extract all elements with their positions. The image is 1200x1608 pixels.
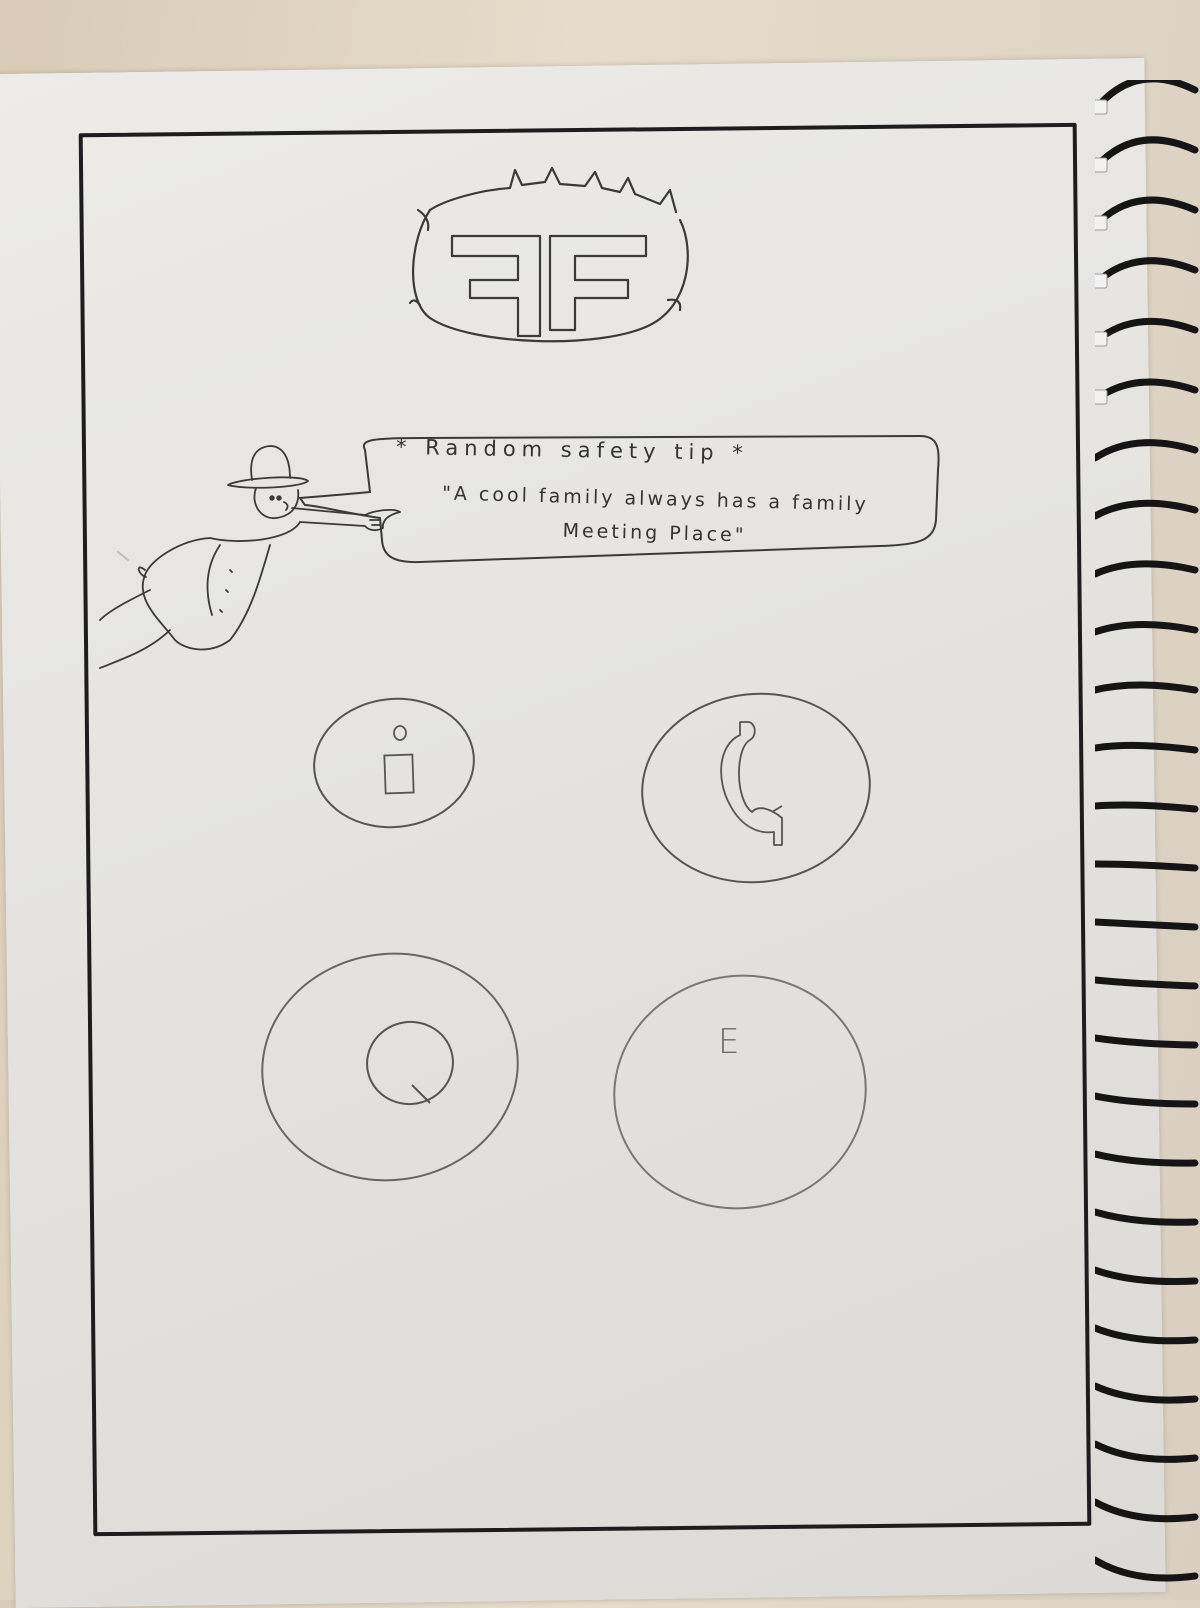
info-icon [383, 725, 415, 795]
e-button[interactable] [596, 956, 884, 1228]
phone-icon [720, 721, 783, 846]
search-icon [366, 1020, 454, 1106]
phone-button[interactable] [633, 683, 879, 894]
flame-logo-icon[interactable] [408, 166, 689, 343]
wireframe-sketch [99, 166, 940, 1228]
firefighter-mascot-icon [99, 445, 401, 669]
search-button[interactable] [248, 937, 533, 1196]
e-icon: E [718, 1022, 740, 1062]
safety-tip-text: "A cool family always has a family Meeti… [441, 482, 870, 547]
info-button[interactable] [308, 691, 481, 835]
